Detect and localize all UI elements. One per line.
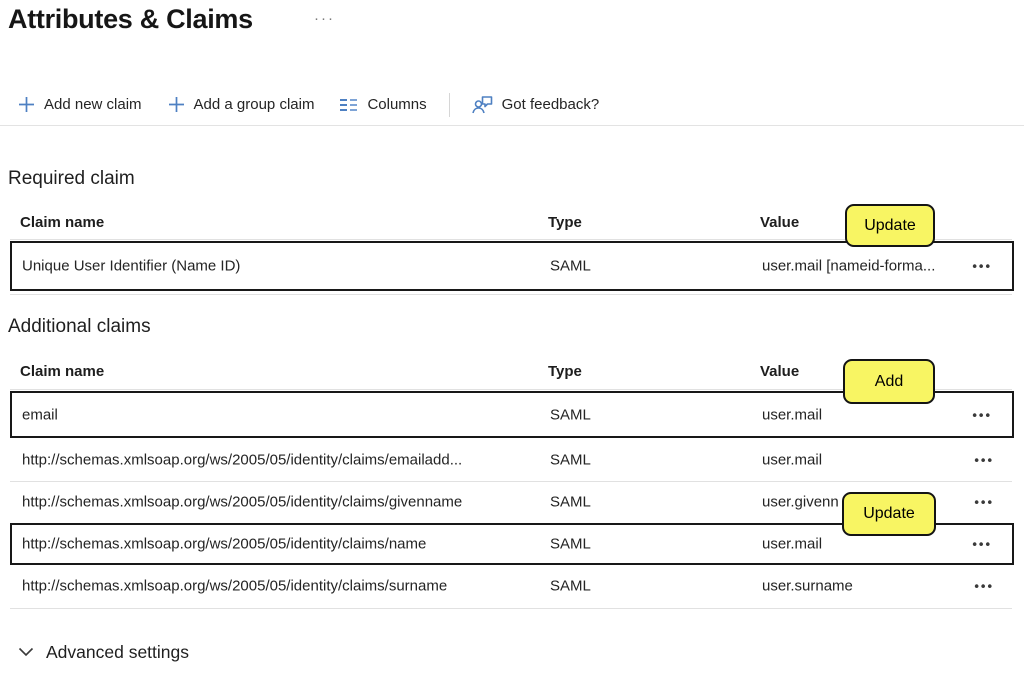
claim-value-cell: user.mail [762,536,822,553]
command-bar: Add new claim Add a group claim Columns [0,84,1024,126]
annotation-sticker-update-name: Update [842,492,936,536]
row-context-menu-button[interactable]: ••• [972,408,992,421]
columns-icon [340,98,358,112]
row-context-menu-button[interactable]: ••• [972,260,992,273]
plus-icon [18,96,35,113]
claim-value-cell: user.surname [762,578,853,595]
ellipsis-icon: ••• [974,579,994,594]
claim-name-cell: http://schemas.xmlsoap.org/ws/2005/05/id… [22,494,462,511]
ellipsis-icon: ••• [972,537,992,552]
columns-button[interactable]: Columns [340,96,426,113]
additional-col-value: Value [760,363,799,380]
got-feedback-button[interactable]: Got feedback? [472,95,600,114]
toolbar-divider [449,93,450,117]
feedback-person-icon [472,95,493,114]
sticker-label: Add [875,373,903,391]
add-group-claim-button[interactable]: Add a group claim [168,96,315,113]
claim-name-cell: http://schemas.xmlsoap.org/ws/2005/05/id… [22,536,426,553]
attributes-claims-page: Attributes & Claims ··· Add new claim Ad… [0,0,1024,673]
page-context-menu-button[interactable]: ··· [314,10,335,27]
required-col-type: Type [548,214,582,231]
sticker-label: Update [863,505,915,523]
claim-type-cell: SAML [550,494,591,511]
claim-name-cell: email [22,406,58,423]
claim-name-cell: http://schemas.xmlsoap.org/ws/2005/05/id… [22,451,462,468]
claim-type-cell: SAML [550,578,591,595]
claim-value-cell: user.mail [762,406,822,423]
additional-col-claim-name: Claim name [20,363,104,380]
ellipsis-icon: ••• [974,495,994,510]
add-new-claim-button[interactable]: Add new claim [18,96,142,113]
claim-type-cell: SAML [550,406,591,423]
additional-col-type: Type [548,363,582,380]
page-title: Attributes & Claims [8,4,253,35]
claim-row-surname[interactable]: http://schemas.xmlsoap.org/ws/2005/05/id… [10,565,1014,607]
claim-value-cell: user.givenn [762,494,839,511]
claim-name-cell: http://schemas.xmlsoap.org/ws/2005/05/id… [22,578,447,595]
additional-claims-heading: Additional claims [8,316,151,338]
claim-value-cell: user.mail [762,451,822,468]
claim-value-cell: user.mail [nameid-forma... [762,258,935,275]
required-col-value: Value [760,214,799,231]
claim-type-cell: SAML [550,258,591,275]
add-new-claim-label: Add new claim [44,96,142,113]
required-col-claim-name: Claim name [20,214,104,231]
table-row-separator [10,294,1012,295]
plus-icon [168,96,185,113]
row-context-menu-button[interactable]: ••• [974,453,994,466]
row-context-menu-button[interactable]: ••• [974,580,994,593]
claim-type-cell: SAML [550,451,591,468]
table-row-separator [10,608,1012,609]
got-feedback-label: Got feedback? [502,96,600,113]
ellipsis-icon: ••• [972,407,992,422]
claim-name-cell: Unique User Identifier (Name ID) [22,258,240,275]
chevron-down-icon [18,644,34,662]
ellipsis-icon: ••• [974,452,994,467]
ellipsis-icon: ••• [972,259,992,274]
required-claim-heading: Required claim [8,168,135,190]
annotation-sticker-update-required: Update [845,204,935,247]
advanced-settings-label: Advanced settings [46,642,189,663]
row-context-menu-button[interactable]: ••• [972,538,992,551]
claim-row-emailaddress[interactable]: http://schemas.xmlsoap.org/ws/2005/05/id… [10,438,1014,481]
annotation-sticker-add-email: Add [843,359,935,404]
required-claim-row[interactable]: Unique User Identifier (Name ID) SAML us… [10,241,1014,291]
advanced-settings-toggle[interactable]: Advanced settings [18,642,189,663]
ellipsis-horizontal-icon: ··· [314,10,335,27]
row-context-menu-button[interactable]: ••• [974,496,994,509]
claim-type-cell: SAML [550,536,591,553]
columns-label: Columns [367,96,426,113]
sticker-label: Update [864,217,916,235]
add-group-claim-label: Add a group claim [194,96,315,113]
